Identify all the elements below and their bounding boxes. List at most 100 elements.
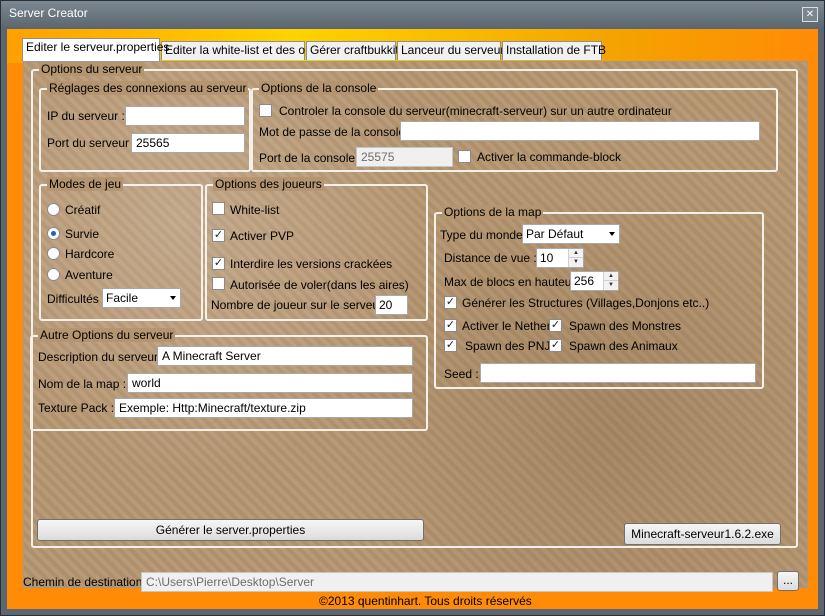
console-port-label: Port de la console : (259, 151, 362, 165)
group-modes-jeu: Modes de jeu Créatif Survie Hardcore Ave… (39, 177, 203, 321)
legend-options-serveur: Options du serveur (39, 62, 145, 76)
generate-properties-button[interactable]: Générer le server.properties (37, 519, 424, 541)
chevron-down-icon (170, 296, 176, 300)
destination-input[interactable]: C:\Users\Pierre\Desktop\Server (141, 572, 773, 592)
whitelist-checkbox[interactable] (212, 202, 225, 215)
close-icon: ✕ (805, 9, 815, 20)
radio-hardcore[interactable] (47, 247, 60, 260)
remote-console-checkbox[interactable] (259, 104, 272, 117)
window-title: Server Creator (9, 6, 88, 20)
legend-options-joueurs: Options des joueurs (213, 177, 324, 191)
max-players-label: Nombre de joueur sur le serveur : (211, 298, 390, 312)
legend-options-map: Options de la map (442, 205, 544, 219)
tab-lanceur[interactable]: Lanceur du serveur (397, 41, 504, 60)
description-input[interactable]: A Minecraft Server (157, 346, 413, 366)
radio-creatif-label: Créatif (65, 203, 101, 217)
ip-label: IP du serveur : (47, 109, 125, 123)
radio-creatif[interactable] (47, 203, 60, 216)
ip-input[interactable] (125, 106, 245, 126)
whitelist-label: White-list (230, 203, 280, 217)
close-button[interactable]: ✕ (802, 7, 818, 22)
radio-survie[interactable] (47, 227, 60, 240)
group-connexions: Réglages des connexions au serveur IP du… (39, 81, 251, 172)
port-label: Port du serveur : (47, 136, 136, 150)
command-block-label: Activer la commande-block (477, 150, 622, 164)
difficulty-select[interactable]: Facile (102, 288, 181, 308)
remote-console-label: Controler la console du serveur(minecraf… (279, 104, 672, 118)
legend-console: Options de la console (259, 81, 379, 95)
texture-label: Texture Pack : (38, 401, 115, 415)
radio-aventure[interactable] (47, 268, 60, 281)
app-window: Server Creator ✕ Editer le serveur.prope… (0, 0, 825, 616)
view-distance-spinner[interactable]: 10 ▲ ▼ (536, 248, 584, 268)
npc-checkbox[interactable]: ✓ (444, 339, 457, 352)
group-options-joueurs: Options des joueurs White-list ✓ Activer… (205, 177, 428, 321)
world-type-value: Par Défaut (526, 227, 584, 241)
difficulty-label: Difficultés : (47, 292, 106, 306)
port-input[interactable]: 25565 (131, 133, 245, 153)
group-console: Options de la console Controler la conso… (251, 81, 778, 172)
description-label: Description du serveur : (38, 350, 165, 364)
spin-down-icon[interactable]: ▼ (604, 281, 618, 290)
console-password-input[interactable] (400, 121, 760, 141)
animals-checkbox[interactable]: ✓ (549, 339, 562, 352)
pvp-label: Activer PVP (230, 229, 295, 243)
legend-connexions: Réglages des connexions au serveur (47, 81, 249, 95)
max-height-spin-buttons[interactable]: ▲ ▼ (603, 272, 618, 290)
launch-exe-button[interactable]: Minecraft-serveur1.6.2.exe (624, 523, 781, 545)
check-icon: ✓ (550, 339, 561, 351)
spin-up-icon[interactable]: ▲ (569, 249, 583, 258)
radio-selected-dot (51, 231, 56, 236)
map-name-input[interactable]: world (127, 373, 413, 393)
tab-ftb[interactable]: Installation de FTB (502, 41, 606, 60)
view-distance-value: 10 (540, 251, 554, 265)
tab-white-list[interactable]: Editer la white-list et des ops (161, 41, 318, 60)
check-icon: ✓ (445, 319, 456, 331)
radio-hardcore-label: Hardcore (65, 247, 115, 261)
group-autres-options: Autre Options du serveur Description du … (30, 328, 428, 431)
monsters-label: Spawn des Monstres (569, 319, 682, 333)
pvp-checkbox[interactable]: ✓ (212, 229, 225, 242)
legend-modes-jeu: Modes de jeu (47, 177, 124, 191)
seed-input[interactable] (480, 363, 756, 383)
animals-label: Spawn des Animaux (569, 339, 678, 353)
check-icon: ✓ (445, 296, 456, 308)
properties-panel: Options du serveur Réglages des connexio… (23, 61, 808, 588)
monsters-checkbox[interactable]: ✓ (549, 319, 562, 332)
texture-input[interactable]: Exemple: Http:Minecraft/texture.zip (114, 398, 413, 418)
view-distance-spin-buttons[interactable]: ▲ ▼ (568, 249, 583, 267)
check-icon: ✓ (213, 229, 224, 241)
spin-down-icon[interactable]: ▼ (569, 258, 583, 267)
structures-label: Générer les Structures (Villages,Donjons… (462, 296, 710, 310)
tab-craftbukkit[interactable]: Gérer craftbukkit (306, 41, 399, 60)
console-port-input[interactable]: 25575 (356, 147, 453, 167)
structures-checkbox[interactable]: ✓ (444, 296, 457, 309)
tab-editer-properties[interactable]: Editer le serveur.properties (22, 38, 169, 61)
browse-button[interactable]: ... (777, 571, 799, 591)
max-players-spinner[interactable]: 20 (375, 295, 408, 315)
world-type-label: Type du monde : (440, 228, 530, 242)
radio-aventure-label: Aventure (65, 268, 113, 282)
cracked-label: Interdire les versions crackées (230, 257, 393, 271)
spin-up-icon[interactable]: ▲ (604, 272, 618, 281)
command-block-checkbox[interactable] (458, 150, 471, 163)
group-options-map: Options de la map Type du monde : Par Dé… (434, 205, 764, 389)
map-name-label: Nom de la map : (38, 377, 127, 391)
npc-label: Spawn des PNJ (465, 339, 551, 353)
difficulty-value: Facile (106, 291, 139, 305)
nether-label: Activer le Nether (462, 319, 551, 333)
title-bar[interactable]: Server Creator ✕ (1, 1, 824, 27)
nether-checkbox[interactable]: ✓ (444, 319, 457, 332)
console-password-label: Mot de passe de la console : (259, 125, 412, 139)
max-players-value: 20 (379, 298, 393, 312)
fly-checkbox[interactable] (212, 277, 225, 290)
seed-label: Seed : (444, 367, 479, 381)
destination-label: Chemin de destination : (23, 575, 150, 589)
fly-label: Autorisée de voler(dans les aires) (230, 278, 409, 292)
cracked-checkbox[interactable]: ✓ (212, 257, 225, 270)
max-height-spinner[interactable]: 256 ▲ ▼ (570, 271, 619, 291)
legend-autres-options: Autre Options du serveur (38, 328, 176, 342)
copyright-text: ©2013 quentinhart. Tous droits réservés (319, 594, 532, 608)
client-area: Editer le serveur.properties Editer la w… (7, 29, 818, 609)
world-type-select[interactable]: Par Défaut (522, 224, 620, 244)
